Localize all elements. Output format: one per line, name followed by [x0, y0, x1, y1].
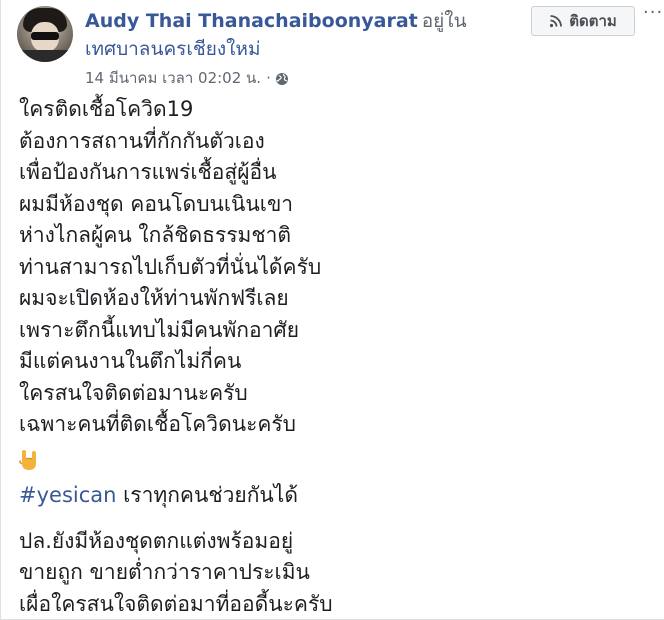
body-line: เพราะตึกนี้แทบไม่มีคนพักอาศัย: [19, 317, 300, 342]
hashtag-link[interactable]: #yesican: [19, 483, 116, 507]
avatar-shirt: [17, 50, 73, 62]
body-line: เพื่อป้องกันการแพร่เชื้อสู่ผู้อื่น: [19, 160, 277, 184]
emoji-line: [19, 449, 649, 481]
more-options-button[interactable]: ···: [643, 4, 664, 26]
post-meta: 14 มีนาคม เวลา 02:02 น. ·: [85, 68, 289, 88]
rss-icon: [549, 14, 563, 28]
hashtag-line: #yesican เราทุกคนช่วยกันได้: [19, 480, 649, 512]
avatar[interactable]: [17, 6, 73, 62]
body-line: มีแต่คนงานในตึกไม่กี่คน: [19, 349, 242, 373]
post-timestamp[interactable]: 14 มีนาคม เวลา 02:02 น.: [85, 68, 261, 88]
body-line: ใครติดเชื้อโควิด19: [19, 97, 194, 121]
author-name[interactable]: Audy Thai Thanachaiboonyarat: [85, 10, 418, 32]
body-line: ท่านสามารถไปเก็บตัวที่นั่นได้ครับ: [19, 254, 322, 279]
body-line: ใครสนใจติดต่อมานะครับ: [19, 380, 248, 405]
body-line: เฉพาะคนที่ติดเชื้อโควิดนะครับ: [19, 412, 297, 436]
follow-button[interactable]: ติดตาม: [531, 6, 635, 36]
ps-line: ปล.ยังมีห้องชุดตกแต่งพร้อมอยู่: [19, 528, 294, 553]
hashtag-suffix: เราทุกคนช่วยกันได้: [116, 483, 298, 507]
body-line: ห่างไกลผู้คน ใกล้ชิดธรรมชาติ: [19, 223, 292, 247]
post-header: Audy Thai Thanachaiboonyarat อยู่ใน: [85, 8, 467, 34]
post-card: Audy Thai Thanachaiboonyarat อยู่ใน เทศบา…: [0, 0, 664, 620]
body-line: ผมจะเปิดห้องให้ท่านพักฟรีเลย: [19, 286, 289, 310]
ps-line: เผื่อใครสนใจติดต่อมาที่ออดี้นะครับ: [19, 591, 333, 616]
body-line: ต้องการสถานที่กักกันตัวเอง: [19, 128, 265, 153]
globe-icon[interactable]: [275, 71, 289, 85]
meta-separator: ·: [266, 69, 271, 87]
avatar-glasses: [31, 32, 59, 40]
rock-hand-emoji-icon: [19, 449, 39, 481]
body-line: ผมมีห้องชุด คอนโดบนเนินเขา: [19, 191, 294, 216]
location-prefix: อยู่ใน: [421, 10, 467, 32]
location-link[interactable]: เทศบาลนครเชียงใหม่: [85, 36, 260, 62]
ps-line: ขายถูก ขายต่ำกว่าราคาประเมิน: [19, 560, 310, 584]
post-body: ใครติดเชื้อโควิด19 ต้องการสถานที่กักกันต…: [19, 94, 649, 620]
follow-label: ติดตาม: [569, 12, 617, 30]
